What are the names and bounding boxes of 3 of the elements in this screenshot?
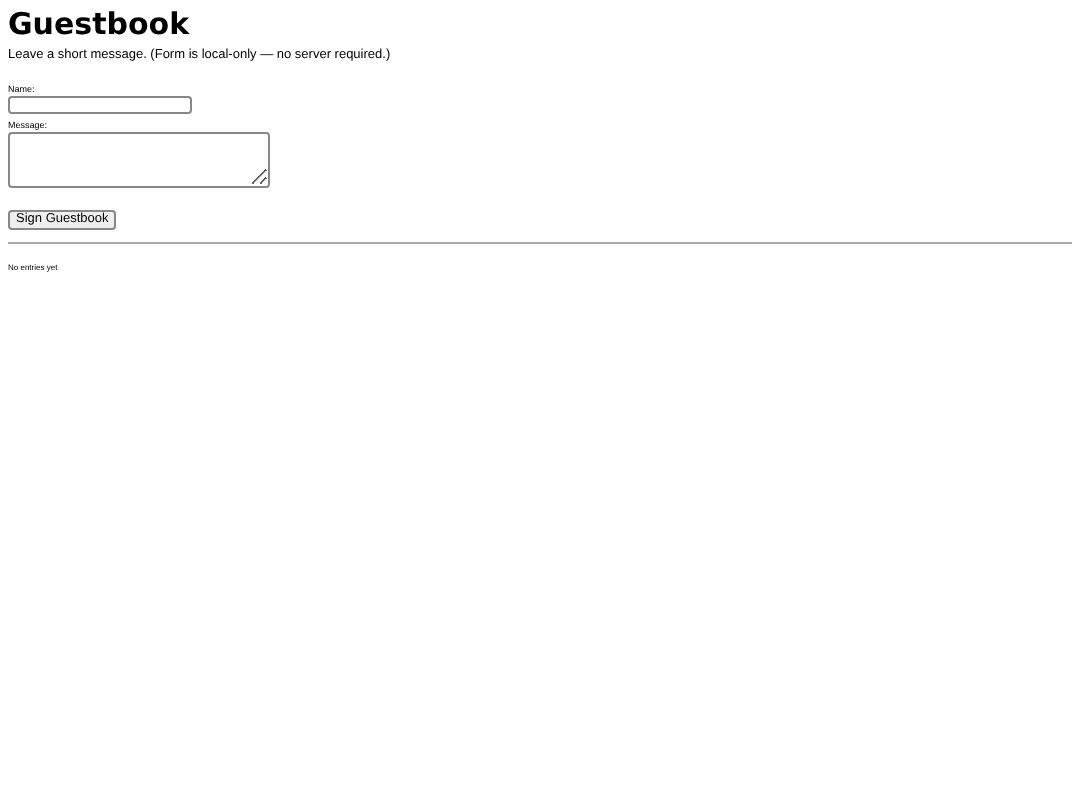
message-field[interactable] (8, 131, 270, 188)
name-field[interactable] (8, 95, 192, 114)
page-title: Guestbook (8, 6, 190, 42)
